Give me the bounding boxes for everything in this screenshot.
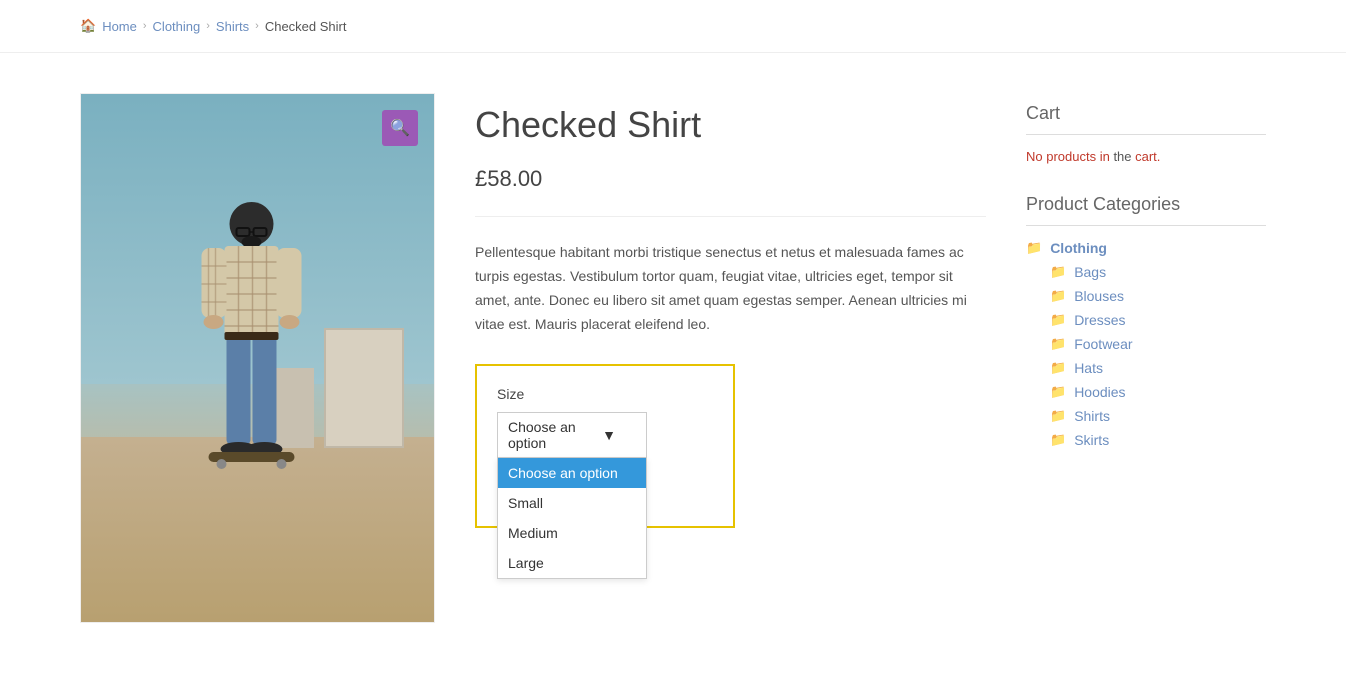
breadcrumb-shirts[interactable]: Shirts: [216, 19, 249, 34]
size-dropdown[interactable]: Choose an option ▼ Choose an option Smal…: [497, 412, 713, 458]
cart-the-label: the: [1113, 149, 1135, 164]
magnify-icon: 🔍: [390, 118, 410, 138]
breadcrumb: 🏠 Home › Clothing › Shirts › Checked Shi…: [0, 0, 1346, 53]
cart-no-products: No products in: [1026, 149, 1113, 164]
folder-icon-footwear: 📁: [1050, 336, 1066, 352]
subcategory-bags-link[interactable]: Bags: [1074, 264, 1106, 280]
subcategories-list: 📁 Bags 📁 Blouses 📁 Dresses 📁 Footwear 📁: [1026, 264, 1266, 448]
subcategory-shirts: 📁 Shirts: [1050, 408, 1266, 424]
folder-icon-dresses: 📁: [1050, 312, 1066, 328]
cart-cart-label: cart.: [1135, 149, 1160, 164]
subcategory-skirts: 📁 Skirts: [1050, 432, 1266, 448]
categories-title: Product Categories: [1026, 194, 1266, 226]
product-price: £58.00: [475, 166, 986, 217]
sidebar: Cart No products in the cart. Product Ca…: [1026, 93, 1266, 623]
folder-icon-hoodies: 📁: [1050, 384, 1066, 400]
subcategory-blouses: 📁 Blouses: [1050, 288, 1266, 304]
subcategory-hats: 📁 Hats: [1050, 360, 1266, 376]
category-clothing[interactable]: 📁 Clothing: [1026, 240, 1266, 256]
categories-section: Product Categories 📁 Clothing 📁 Bags 📁 B…: [1026, 194, 1266, 448]
folder-icon-hats: 📁: [1050, 360, 1066, 376]
subcategory-blouses-link[interactable]: Blouses: [1074, 288, 1124, 304]
building1: [324, 328, 404, 448]
subcategory-shirts-link[interactable]: Shirts: [1074, 408, 1110, 424]
subcategory-hoodies-link[interactable]: Hoodies: [1074, 384, 1125, 400]
dropdown-trigger[interactable]: Choose an option ▼: [497, 412, 647, 458]
breadcrumb-sep2: ›: [206, 20, 210, 32]
product-image: [81, 94, 434, 622]
breadcrumb-home[interactable]: Home: [102, 19, 137, 34]
breadcrumb-sep3: ›: [255, 20, 259, 32]
folder-icon-blouses: 📁: [1050, 288, 1066, 304]
subcategory-footwear-link[interactable]: Footwear: [1074, 336, 1132, 352]
dropdown-option-small[interactable]: Small: [498, 488, 646, 518]
dropdown-option-large[interactable]: Large: [498, 548, 646, 578]
cart-title: Cart: [1026, 103, 1266, 135]
cart-section: Cart No products in the cart.: [1026, 103, 1266, 164]
breadcrumb-clothing[interactable]: Clothing: [153, 19, 201, 34]
main-content: 🔍 Checked Shirt £58.00 Pellentesque habi…: [80, 93, 986, 623]
product-image-container: 🔍: [80, 93, 435, 623]
magnify-button[interactable]: 🔍: [382, 110, 418, 146]
person-figure: [186, 194, 316, 474]
folder-icon-bags: 📁: [1050, 264, 1066, 280]
cart-empty-message: No products in the cart.: [1026, 149, 1266, 164]
subcategory-skirts-link[interactable]: Skirts: [1074, 432, 1109, 448]
page-layout: 🔍 Checked Shirt £58.00 Pellentesque habi…: [0, 53, 1346, 663]
subcategory-footwear: 📁 Footwear: [1050, 336, 1266, 352]
dropdown-list: Choose an option Small Medium Large: [497, 458, 647, 579]
dropdown-selected-label: Choose an option: [508, 419, 602, 451]
home-icon: 🏠: [80, 18, 96, 34]
subcategory-hats-link[interactable]: Hats: [1074, 360, 1103, 376]
dropdown-option-choose[interactable]: Choose an option: [498, 458, 646, 488]
subcategory-bags: 📁 Bags: [1050, 264, 1266, 280]
folder-icon-clothing: 📁: [1026, 240, 1042, 256]
category-clothing-link[interactable]: Clothing: [1050, 240, 1107, 256]
dropdown-arrow: ▼: [602, 427, 616, 443]
size-selector-box: Size Choose an option ▼ Choose an option…: [475, 364, 735, 528]
product-title: Checked Shirt: [475, 103, 986, 146]
subcategory-dresses: 📁 Dresses: [1050, 312, 1266, 328]
folder-icon-shirts: 📁: [1050, 408, 1066, 424]
breadcrumb-sep1: ›: [143, 20, 147, 32]
folder-icon-skirts: 📁: [1050, 432, 1066, 448]
subcategory-hoodies: 📁 Hoodies: [1050, 384, 1266, 400]
size-label: Size: [497, 386, 713, 402]
subcategory-dresses-link[interactable]: Dresses: [1074, 312, 1125, 328]
breadcrumb-current: Checked Shirt: [265, 19, 347, 34]
product-description: Pellentesque habitant morbi tristique se…: [475, 241, 986, 336]
dropdown-option-medium[interactable]: Medium: [498, 518, 646, 548]
product-details: Checked Shirt £58.00 Pellentesque habita…: [475, 93, 986, 623]
